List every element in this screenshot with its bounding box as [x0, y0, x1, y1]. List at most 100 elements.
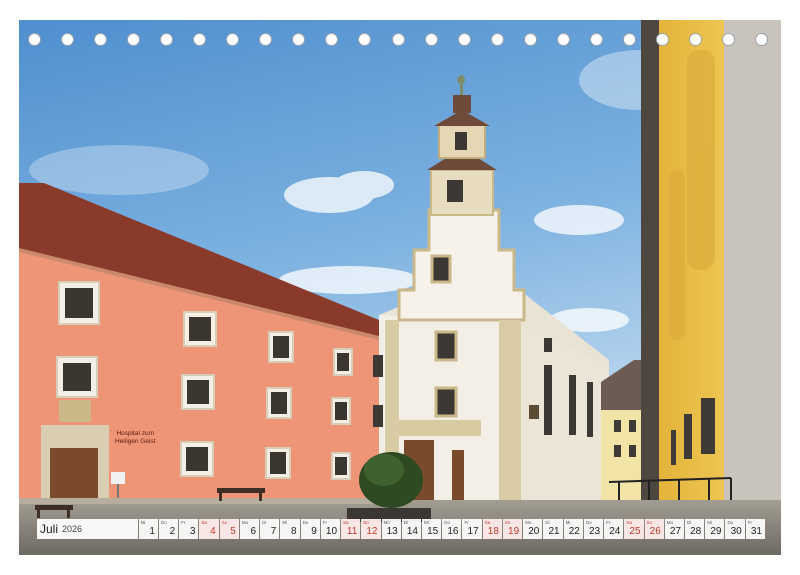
binding-hole [755, 33, 768, 46]
photo-scene [19, 20, 781, 555]
day-number: 14 [406, 526, 418, 537]
calendar-day: Do 23 [583, 519, 604, 539]
binding-hole [589, 33, 603, 46]
weekday-label: Fr [464, 520, 469, 525]
day-number: 17 [467, 526, 479, 537]
calendar-day: Sa 11 [341, 519, 361, 539]
calendar-day: Fr 24 [604, 519, 624, 539]
binding-hole [28, 33, 41, 46]
calendar-day: Mi 8 [280, 519, 300, 539]
hospital-sign-line1: Hospital zum [116, 430, 155, 437]
day-number: 9 [311, 526, 317, 537]
weekday-label: Fr [322, 520, 328, 525]
weekday-label: Mi [707, 520, 712, 525]
day-number: 22 [568, 526, 580, 537]
binding-hole [358, 33, 372, 46]
hospital-sign-line2: Heiligen Geist [115, 438, 156, 445]
weekday-label: So [504, 520, 511, 525]
weekday-label: Mo [666, 520, 674, 525]
weekday-label: Sa [201, 520, 207, 525]
binding-hole [556, 33, 570, 46]
weekday-label: Mo [241, 520, 249, 525]
binding-holes [0, 33, 800, 47]
binding-hole [457, 33, 471, 46]
day-number: 29 [710, 526, 722, 537]
binding-hole [226, 33, 240, 46]
binding-hole [424, 33, 438, 46]
day-number: 11 [346, 526, 358, 537]
binding-hole [490, 33, 504, 46]
weekday-label: Mi [565, 520, 571, 525]
calendar-day: Di 21 [543, 519, 563, 539]
day-number: 31 [750, 526, 762, 537]
calendar-day: Di 7 [260, 519, 280, 539]
day-number: 19 [508, 526, 520, 537]
day-number: 20 [528, 526, 540, 537]
binding-hole [622, 33, 636, 46]
calendar-day: Di 14 [401, 519, 421, 539]
day-number: 2 [169, 526, 176, 537]
calendar-day: Fr 17 [462, 519, 482, 539]
weekday-label: Di [687, 520, 692, 525]
calendar-day: Mi 15 [421, 519, 442, 539]
weekday-label: Do [302, 520, 309, 525]
day-number: 30 [730, 526, 742, 537]
calendar-photo: Hospital zum Heiligen Geist [19, 20, 781, 555]
calendar-day: Sa 25 [624, 519, 644, 539]
weekday-label: Mi [282, 520, 288, 525]
day-number: 7 [270, 526, 277, 537]
calendar-day: Sa 4 [199, 519, 219, 539]
weekday-label: Do [444, 520, 450, 525]
weekday-label: So [363, 520, 369, 525]
weekday-label: Di [262, 520, 267, 525]
binding-hole [160, 33, 174, 46]
binding-hole [655, 33, 669, 46]
weekday-label: Sa [343, 520, 349, 525]
weekday-label: Sa [626, 520, 632, 525]
day-number: 4 [210, 526, 216, 537]
weekday-label: Mi [140, 520, 146, 525]
calendar-day: Fr 10 [320, 519, 341, 539]
weekday-label: Mo [383, 520, 390, 525]
calendar-day: Do 30 [725, 519, 745, 539]
weekday-label: Fr [606, 520, 611, 525]
binding-hole [259, 33, 273, 46]
weekday-label: Fr [181, 520, 186, 525]
weekday-label: Di [545, 520, 550, 525]
calendar-day: Do 16 [442, 519, 462, 539]
day-number: 27 [669, 526, 682, 537]
binding-hole [523, 33, 537, 46]
year: 2026 [62, 524, 83, 534]
weekday-label: Sa [484, 520, 491, 525]
day-number: 1 [149, 526, 155, 537]
binding-hole [61, 33, 75, 46]
calendar-day: Mo 6 [239, 519, 260, 539]
calendar-day: Sa 18 [482, 519, 502, 539]
binding-hole [721, 33, 735, 46]
weekday-label: Do [585, 520, 592, 525]
calendar-day: So 26 [644, 519, 664, 539]
day-number: 16 [447, 526, 459, 537]
month-label-box: Juli 2026 [37, 519, 138, 539]
binding-hole [127, 33, 141, 46]
day-number: 15 [427, 526, 439, 537]
binding-hole [688, 33, 702, 46]
calendar-day: Do 2 [158, 519, 179, 539]
weekday-label: Mi [423, 520, 429, 525]
hospital-sign: Hospital zum Heiligen Geist [115, 430, 155, 446]
day-number: 26 [649, 526, 661, 537]
weekday-label: Do [160, 520, 167, 525]
day-number: 24 [609, 526, 621, 537]
binding-hole [325, 33, 339, 46]
day-number: 10 [325, 526, 338, 537]
calendar-day: Fr 3 [179, 519, 199, 539]
day-number: 3 [189, 526, 196, 537]
calendar-day: Di 28 [685, 519, 705, 539]
weekday-label: So [221, 520, 228, 525]
calendar-day: Mi 29 [705, 519, 725, 539]
calendar-day: Mo 13 [381, 519, 401, 539]
day-number: 28 [690, 526, 702, 537]
calendar-strip: Juli 2026 Mi 1 Do 2 Fr 3 Sa 4 So 5 Mo 6 Di 7 Mi 8 Do 9 Fr 1… [37, 519, 765, 539]
day-number: 12 [366, 526, 378, 537]
calendar-day: Mi 1 [138, 519, 158, 539]
